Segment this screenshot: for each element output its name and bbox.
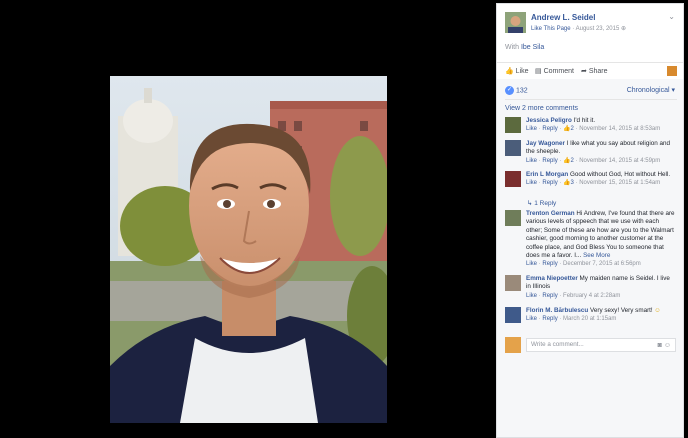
commenter-name[interactable]: Emma Niepoetter	[526, 275, 578, 282]
like-page-link[interactable]: Like This Page	[531, 26, 571, 32]
with-prefix: With	[505, 44, 521, 51]
chevron-down-icon[interactable]: ⌄	[668, 12, 675, 21]
comment-text: Very sexy! Very smart!	[590, 307, 653, 314]
post-date[interactable]: August 23, 2015	[576, 26, 620, 32]
comment-time[interactable]: November 14, 2015 at 8:53am	[579, 126, 660, 132]
post-author-name[interactable]: Andrew L. Seidel	[531, 13, 595, 22]
comment-input[interactable]: Write a comment... ◙ ☺	[526, 338, 676, 352]
likes-number: 132	[515, 87, 528, 95]
commenter-name[interactable]: Jay Wagoner	[526, 140, 565, 147]
write-comment-row: Write a comment... ◙ ☺	[505, 337, 677, 353]
comment-like-count[interactable]: 👍3	[563, 180, 574, 186]
comment-like-link[interactable]: Like	[526, 158, 537, 164]
commenter-name[interactable]: Florin M. Bărbulescu	[526, 307, 588, 314]
globe-icon: ⊕	[620, 26, 627, 32]
comment-sort-dropdown[interactable]: Chronological ▾	[627, 86, 675, 94]
photo-viewer	[0, 0, 496, 438]
comment-like-link[interactable]: Like	[526, 261, 537, 267]
reply-count-label: 1 Reply	[534, 200, 557, 207]
comment-like-link[interactable]: Like	[526, 126, 537, 132]
comment-reply-link[interactable]: Reply	[542, 180, 557, 186]
commenter-avatar[interactable]	[505, 140, 521, 156]
like-reaction-icon: ✓	[505, 86, 514, 95]
comment-like-link[interactable]: Like	[526, 180, 537, 186]
commenter-name[interactable]: Erin L Morgan	[526, 171, 568, 178]
likes-count[interactable]: ✓ 132	[505, 86, 528, 95]
comment-time[interactable]: December 7, 2015 at 6:56pm	[563, 261, 641, 267]
comment-time[interactable]: November 15, 2015 at 1:54am	[579, 180, 660, 186]
comment-like-link[interactable]: Like	[526, 316, 537, 322]
comment-time[interactable]: March 20 at 1:15am	[563, 316, 616, 322]
comment-button[interactable]: ▤ Comment	[535, 67, 574, 75]
comment-reply-link[interactable]: Reply	[542, 126, 557, 132]
comment-reply-link[interactable]: Reply	[542, 158, 557, 164]
commenter-name[interactable]: Jessica Peligro	[526, 117, 572, 124]
comment-like-link[interactable]: Like	[526, 293, 537, 299]
comment-like-count[interactable]: 👍2	[563, 158, 574, 164]
post-actions-bar: 👍 Like ▤ Comment ➦ Share	[497, 62, 683, 80]
like-button[interactable]: 👍 Like	[505, 67, 529, 75]
comment-like-count[interactable]: 👍2	[563, 126, 574, 132]
comment-text: I'd hit it.	[573, 117, 596, 124]
comment-time[interactable]: November 14, 2015 at 4:59pm	[579, 158, 660, 164]
smiley-icon: ☺	[654, 307, 661, 314]
tagged-with: With Ibe Sila	[505, 44, 544, 51]
thumbs-up-icon: 👍	[505, 68, 514, 75]
view-more-comments-link[interactable]: View 2 more comments	[505, 105, 578, 112]
post-photo[interactable]	[110, 76, 387, 423]
like-label: Like	[515, 68, 529, 75]
comment-reply-link[interactable]: Reply	[542, 293, 557, 299]
view-replies-link[interactable]: ↳ 1 Reply	[527, 199, 556, 207]
comment-label: Comment	[543, 68, 574, 75]
commenter-avatar[interactable]	[505, 307, 521, 323]
share-label: Share	[588, 68, 608, 75]
post-side-panel: Andrew L. Seidel Like This Page · August…	[496, 3, 684, 438]
comment-text: Good without God, Hot without Hell.	[569, 171, 671, 178]
post-meta: Like This Page · August 23, 2015 ⊕	[531, 25, 626, 32]
sort-label: Chronological	[626, 87, 670, 94]
commenter-name[interactable]: Trenton German	[526, 210, 575, 217]
share-button[interactable]: ➦ Share	[581, 67, 608, 75]
tagged-person-link[interactable]: Ibe Sila	[521, 44, 544, 51]
commenter-avatar[interactable]	[505, 171, 521, 187]
share-as-avatar[interactable]	[667, 66, 677, 76]
divider	[505, 99, 677, 100]
see-more-link[interactable]: See More	[583, 252, 610, 259]
camera-icon[interactable]: ◙	[658, 342, 662, 349]
commenter-avatar[interactable]	[505, 210, 521, 226]
author-avatar[interactable]	[505, 12, 526, 33]
comment-reply-link[interactable]: Reply	[542, 316, 557, 322]
current-user-avatar	[505, 337, 521, 353]
commenter-avatar[interactable]	[505, 117, 521, 133]
emoji-icon[interactable]: ☺	[664, 342, 671, 349]
comment-time[interactable]: February 4 at 2:28am	[563, 293, 620, 299]
comment-icon: ▤	[535, 68, 542, 75]
commenter-avatar[interactable]	[505, 275, 521, 291]
share-icon: ➦	[581, 68, 587, 75]
comment-reply-link[interactable]: Reply	[542, 261, 557, 267]
comment-placeholder: Write a comment...	[531, 341, 584, 348]
reply-arrow-icon: ↳	[527, 200, 533, 207]
